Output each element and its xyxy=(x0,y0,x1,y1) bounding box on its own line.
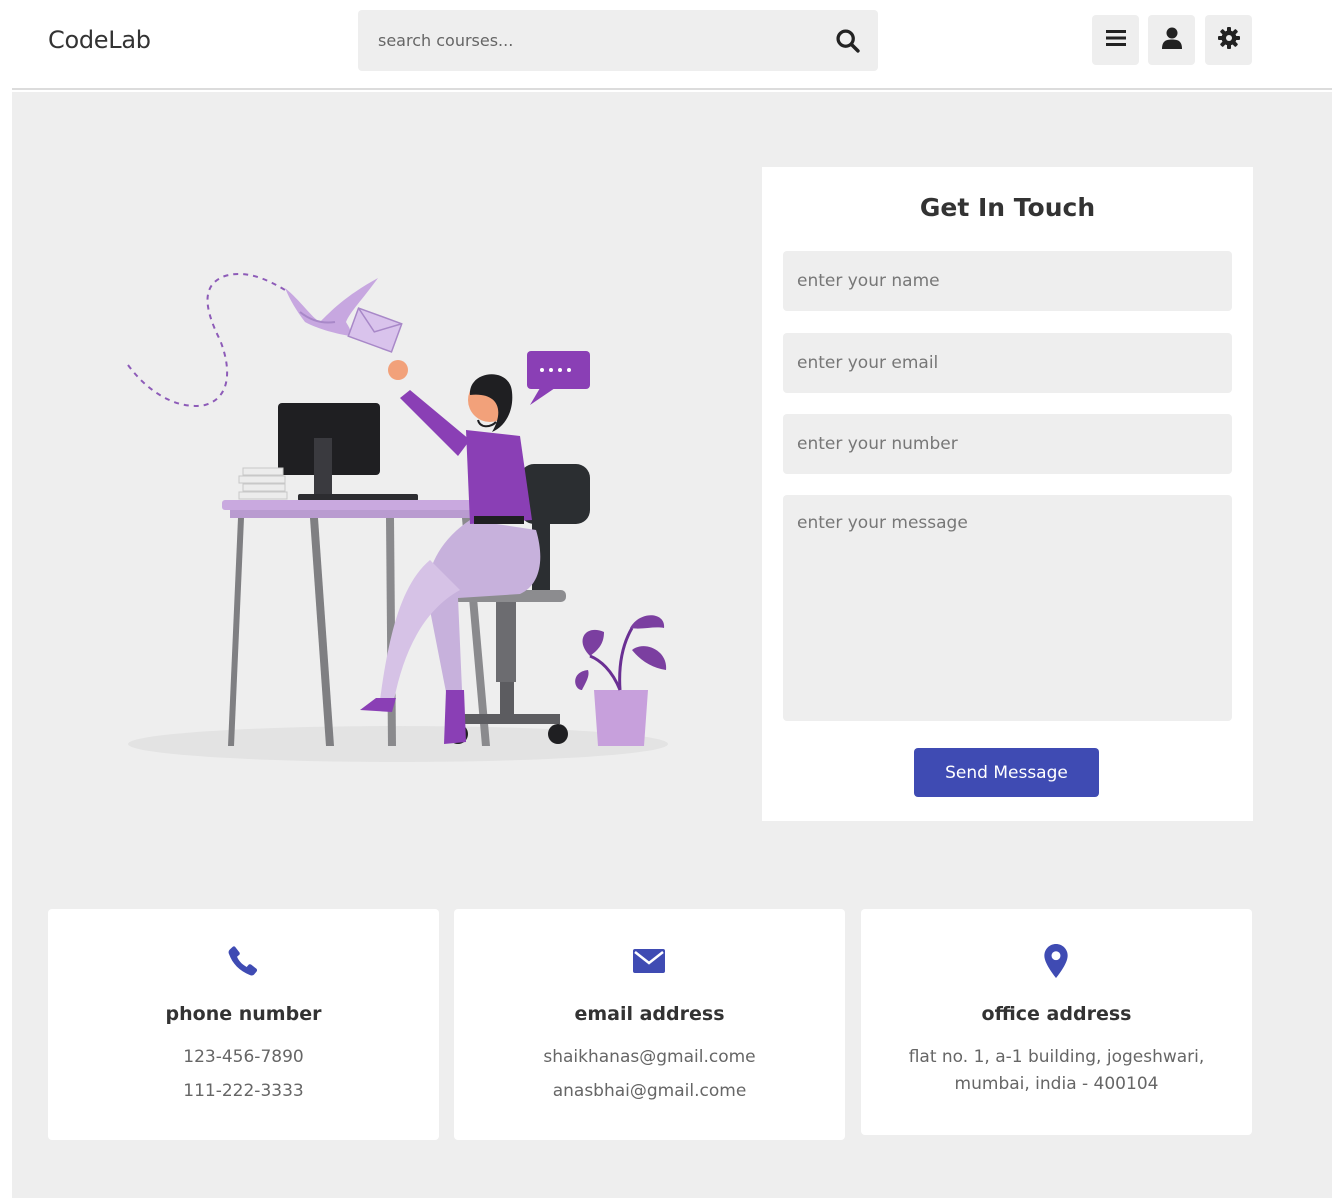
office-card: office address flat no. 1, a-1 building,… xyxy=(861,909,1252,1135)
search-bar xyxy=(358,10,878,71)
settings-button[interactable] xyxy=(1205,15,1252,65)
user-icon xyxy=(1161,27,1182,53)
contact-page: CodeLab search courses... Get In Touch e… xyxy=(0,0,1332,1198)
contact-illustration xyxy=(110,170,670,770)
email-card: email address shaikhanas@gmail.come anas… xyxy=(454,909,845,1140)
header: CodeLab xyxy=(12,0,1332,90)
email-address-2[interactable]: anasbhai@gmail.come xyxy=(454,1081,845,1101)
phone-number-1[interactable]: 123-456-7890 xyxy=(48,1047,439,1067)
search-input[interactable] xyxy=(378,10,818,71)
search-icon[interactable] xyxy=(834,27,862,55)
phone-card: phone number 123-456-7890 111-222-3333 xyxy=(48,909,439,1140)
menu-button[interactable] xyxy=(1092,15,1139,65)
phone-number-2[interactable]: 111-222-3333 xyxy=(48,1081,439,1101)
menu-icon xyxy=(1105,29,1126,51)
office-address-line-2: mumbai, india - 400104 xyxy=(954,1074,1159,1094)
phone-icon xyxy=(223,941,263,981)
gear-icon xyxy=(1217,26,1241,54)
logo[interactable]: CodeLab xyxy=(48,26,151,54)
contact-form: Get In Touch Send Message xyxy=(762,167,1253,821)
customer-support-illustration xyxy=(127,272,668,762)
send-message-button[interactable]: Send Message xyxy=(914,748,1099,797)
email-title: email address xyxy=(574,1003,725,1025)
name-field[interactable] xyxy=(783,251,1232,311)
user-button[interactable] xyxy=(1148,15,1195,65)
office-title: office address xyxy=(981,1003,1132,1025)
email-field[interactable] xyxy=(783,333,1232,393)
number-field[interactable] xyxy=(783,414,1232,474)
office-address-line-1: flat no. 1, a-1 building, jogeshwari, xyxy=(908,1047,1205,1067)
phone-title: phone number xyxy=(165,1003,322,1025)
form-title: Get In Touch xyxy=(919,193,1096,222)
envelope-icon xyxy=(629,941,669,981)
email-address-1[interactable]: shaikhanas@gmail.come xyxy=(454,1047,845,1067)
map-marker-icon xyxy=(1036,941,1076,981)
message-field[interactable] xyxy=(783,495,1232,721)
